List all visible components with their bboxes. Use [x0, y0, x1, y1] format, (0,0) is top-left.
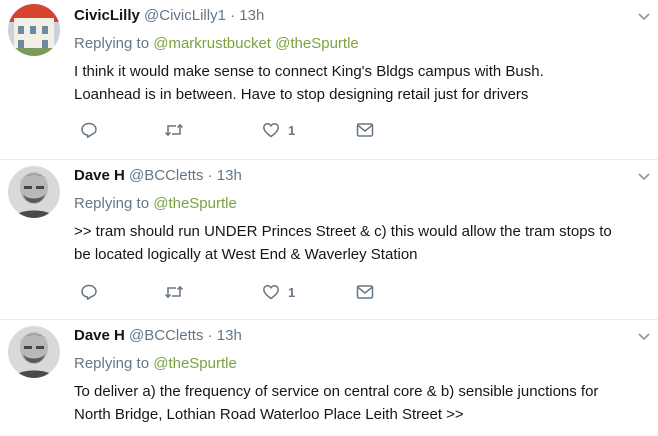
- retweet-icon: [164, 123, 184, 137]
- envelope-icon: [356, 123, 374, 137]
- handle[interactable]: @BCCletts: [129, 167, 203, 184]
- retweet-button[interactable]: [164, 282, 184, 302]
- replying-label: Replying to: [74, 355, 150, 372]
- chevron-down-icon: [638, 333, 650, 341]
- handle[interactable]: @CivicLilly1: [144, 7, 226, 24]
- heart-icon: [263, 123, 279, 138]
- tweet-text-line: be located logically at West End & Waver…: [74, 246, 418, 263]
- mention-link[interactable]: @theSpurtle: [275, 35, 359, 52]
- tweet-text-line: North Bridge, Lothian Road Waterloo Plac…: [74, 406, 464, 423]
- avatar[interactable]: [8, 166, 60, 218]
- man-avatar-icon: [8, 326, 60, 378]
- replying-to: Replying to @markrustbucket @theSpurtle: [74, 34, 646, 54]
- mention-link[interactable]: @theSpurtle: [153, 195, 237, 212]
- retweet-button[interactable]: [164, 120, 184, 140]
- more-menu[interactable]: [638, 168, 650, 181]
- more-menu[interactable]: [638, 328, 650, 341]
- separator: ·: [207, 167, 213, 184]
- man-avatar-icon: [8, 166, 60, 218]
- handle[interactable]: @BCCletts: [129, 327, 203, 344]
- separator: ·: [207, 327, 213, 344]
- tweet-actions: 1: [74, 120, 394, 140]
- replying-label: Replying to: [74, 35, 150, 52]
- tweet-text-line: To deliver a) the frequency of service o…: [74, 383, 599, 400]
- avatar[interactable]: [8, 326, 60, 378]
- dm-button[interactable]: [356, 120, 374, 140]
- timestamp[interactable]: 13h: [239, 7, 264, 24]
- tweet[interactable]: Dave H @BCCletts · 13h Replying to @theS…: [0, 320, 658, 436]
- dm-button[interactable]: [356, 282, 374, 302]
- replying-to: Replying to @theSpurtle: [74, 194, 646, 214]
- replying-to: Replying to @theSpurtle: [74, 354, 646, 374]
- reply-icon: [81, 122, 97, 139]
- chevron-down-icon: [638, 173, 650, 181]
- display-name[interactable]: Dave H: [74, 167, 125, 184]
- tweet[interactable]: Dave H @BCCletts · 13h Replying to @theS…: [0, 160, 658, 320]
- like-button[interactable]: 1: [262, 282, 295, 302]
- reply-button[interactable]: [80, 120, 98, 140]
- tweet-header: Dave H @BCCletts · 13h: [74, 166, 646, 186]
- tweet-header: CivicLilly @CivicLilly1 · 13h: [74, 6, 646, 26]
- tweet-text: I think it would make sense to connect K…: [74, 60, 646, 106]
- timestamp[interactable]: 13h: [217, 167, 242, 184]
- like-button[interactable]: 1: [262, 120, 295, 140]
- replying-label: Replying to: [74, 195, 150, 212]
- display-name[interactable]: CivicLilly: [74, 7, 140, 24]
- retweet-icon: [164, 285, 184, 299]
- like-count: 1: [288, 122, 296, 138]
- tweet-actions: 1: [74, 282, 394, 302]
- heart-icon: [263, 285, 279, 300]
- tweet[interactable]: CivicLilly @CivicLilly1 · 13h Replying t…: [0, 0, 658, 160]
- separator: ·: [230, 7, 236, 24]
- timestamp[interactable]: 13h: [217, 327, 242, 344]
- display-name[interactable]: Dave H: [74, 327, 125, 344]
- envelope-icon: [356, 285, 374, 299]
- reply-button[interactable]: [80, 282, 98, 302]
- tweet-text: >> tram should run UNDER Princes Street …: [74, 220, 646, 266]
- mention-link[interactable]: @markrustbucket: [153, 35, 271, 52]
- tweet-header: Dave H @BCCletts · 13h: [74, 326, 646, 346]
- tweet-text-line: I think it would make sense to connect K…: [74, 63, 544, 80]
- like-count: 1: [288, 284, 296, 300]
- mention-link[interactable]: @theSpurtle: [153, 355, 237, 372]
- house-avatar-icon: [8, 4, 60, 56]
- tweet-text-line: >> tram should run UNDER Princes Street …: [74, 223, 612, 240]
- avatar[interactable]: [8, 4, 60, 56]
- tweet-text-line: Loanhead is in between. Have to stop des…: [74, 86, 529, 103]
- chevron-down-icon: [638, 13, 650, 21]
- more-menu[interactable]: [638, 8, 650, 21]
- tweet-text: To deliver a) the frequency of service o…: [74, 380, 646, 426]
- reply-icon: [81, 284, 97, 301]
